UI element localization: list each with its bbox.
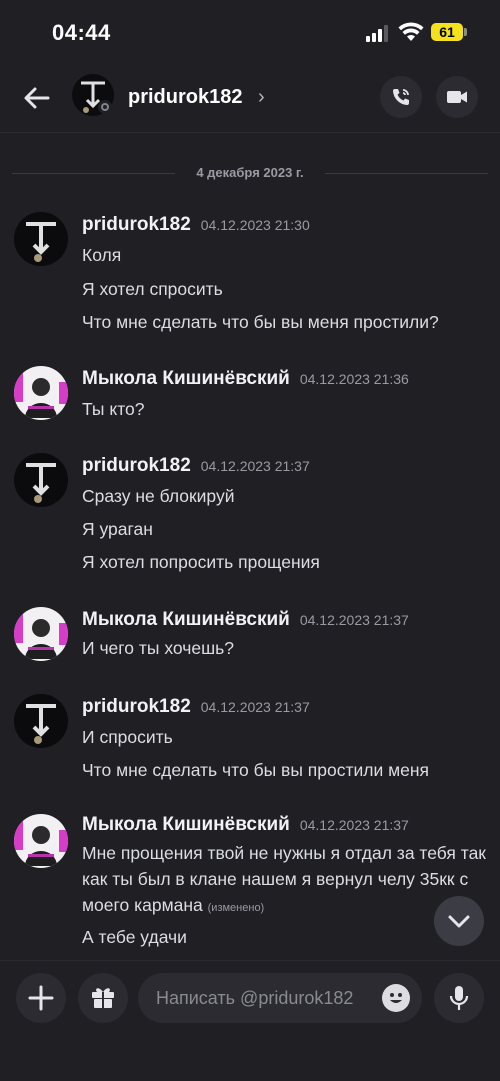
add-attachment-button[interactable] [16, 973, 66, 1023]
avatar[interactable] [14, 366, 68, 420]
avatar[interactable] [14, 814, 68, 868]
header-username[interactable]: pridurok182 [128, 86, 242, 109]
chat-header: pridurok182 › [0, 66, 500, 133]
message-text: А тебе удачи [82, 927, 187, 947]
person-avatar-icon [14, 613, 68, 659]
message-author[interactable]: Мыкола Кишинёвский [82, 814, 290, 835]
message-input[interactable] [138, 973, 422, 1023]
status-bar: 04:44 61 [0, 0, 500, 66]
wifi-icon [398, 22, 424, 41]
avatar[interactable] [14, 453, 68, 507]
avatar[interactable] [14, 212, 68, 266]
message-text: Я хотел попросить прощения [82, 552, 320, 572]
scroll-to-bottom-button[interactable] [434, 896, 484, 946]
message-text: И чего ты хочешь? [82, 638, 234, 658]
t-logo-icon [26, 222, 56, 262]
emoji-button[interactable] [382, 984, 410, 1012]
person-avatar-icon [14, 372, 68, 418]
message-composer [0, 960, 500, 1081]
offline-status-icon [98, 100, 112, 114]
t-logo-icon [26, 463, 56, 503]
video-call-button[interactable] [436, 76, 478, 118]
message-timestamp: 04.12.2023 21:36 [299, 371, 409, 387]
gift-button[interactable] [78, 973, 128, 1023]
microphone-icon [449, 986, 469, 1010]
voice-message-button[interactable] [434, 973, 484, 1023]
t-logo-icon [26, 704, 56, 744]
message-author[interactable]: Мыкола Кишинёвский [82, 368, 290, 389]
message-author[interactable]: Мыкола Кишинёвский [82, 609, 290, 630]
date-divider: 4 декабря 2023 г. [12, 162, 488, 186]
message-text-body: Мне прощения твой не нужны я отдал за те… [82, 843, 486, 915]
chevron-down-icon [448, 915, 470, 928]
chevron-right-icon[interactable]: › [258, 86, 265, 109]
person-avatar-icon [14, 820, 68, 866]
message-text: Ты кто? [82, 399, 145, 419]
emoji-icon [390, 993, 402, 1003]
message-text: Я хотел спросить [82, 279, 223, 299]
message-author[interactable]: pridurok182 [82, 696, 191, 717]
message-text: Сразу не блокируй [82, 486, 235, 506]
message-timestamp: 04.12.2023 21:37 [299, 817, 409, 833]
message-text: Я ураган [82, 519, 153, 539]
cellular-signal-icon [366, 24, 392, 42]
battery-tip [464, 28, 467, 36]
message-text: И спросить [82, 727, 173, 747]
voice-call-button[interactable] [380, 76, 422, 118]
date-divider-label: 4 декабря 2023 г. [188, 165, 312, 180]
message-text: Мне прощения твой не нужны я отдал за те… [82, 840, 487, 921]
message-author[interactable]: pridurok182 [82, 455, 191, 476]
message-timestamp: 04.12.2023 21:37 [299, 612, 409, 628]
edited-label: (изменено) [207, 902, 265, 914]
gift-icon [92, 988, 114, 1008]
message-author[interactable]: pridurok182 [82, 214, 191, 235]
avatar[interactable] [14, 607, 68, 661]
plus-icon [28, 985, 54, 1011]
arrow-left-icon[interactable] [20, 81, 54, 115]
message-text: Что мне сделать что бы вы простили меня [82, 760, 430, 780]
message-timestamp: 04.12.2023 21:37 [200, 699, 310, 715]
message-timestamp: 04.12.2023 21:37 [200, 458, 310, 474]
message-text: Что мне сделать что бы вы меня простили? [82, 312, 439, 332]
phone-icon [393, 89, 409, 105]
video-camera-icon [447, 91, 467, 103]
message-text: Коля [82, 245, 122, 265]
battery-icon: 61 [431, 23, 463, 41]
status-time: 04:44 [52, 20, 111, 45]
message-timestamp: 04.12.2023 21:30 [200, 217, 310, 233]
avatar[interactable] [14, 694, 68, 748]
